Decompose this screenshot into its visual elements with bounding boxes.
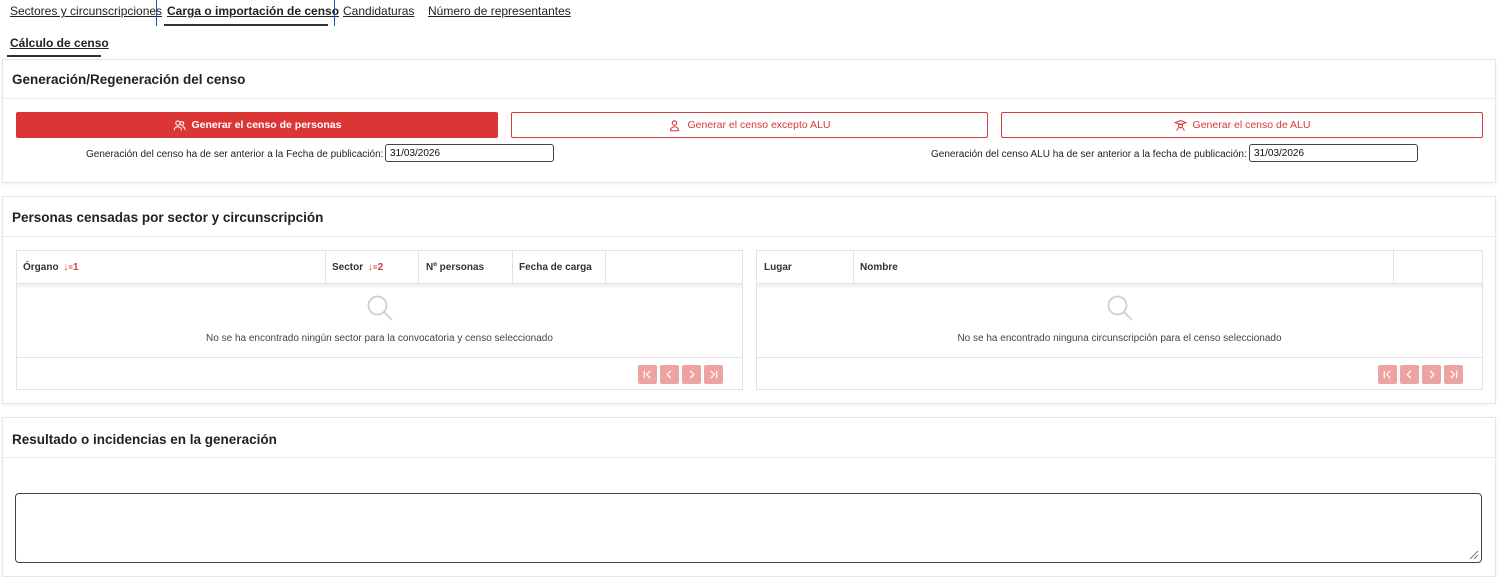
column-header-fecha-carga[interactable]: Fecha de carga xyxy=(519,251,592,284)
next-page-button[interactable] xyxy=(1422,365,1441,384)
sectores-empty-message: No se ha encontrado ningún sector para l… xyxy=(206,333,553,344)
column-header-lugar[interactable]: Lugar xyxy=(764,251,792,284)
column-header-nombre[interactable]: Nombre xyxy=(860,251,898,284)
generation-title: Generación/Regeneración del censo xyxy=(12,72,246,87)
column-separator xyxy=(325,251,326,284)
last-page-button[interactable] xyxy=(704,365,723,384)
column-separator xyxy=(418,251,419,284)
first-page-button[interactable] xyxy=(638,365,657,384)
chevron-right-icon xyxy=(1429,370,1435,379)
generate-alu-button[interactable]: Generar el censo de ALU xyxy=(1001,112,1483,138)
search-icon xyxy=(1107,295,1133,321)
personas-card: Personas censadas por sector y circunscr… xyxy=(2,196,1496,404)
column-header-organo-label: Órgano xyxy=(23,262,59,273)
sort-order-sector: 2 xyxy=(377,262,384,273)
column-separator xyxy=(512,251,513,284)
tab-candidaturas[interactable]: Candidaturas xyxy=(343,4,414,18)
generate-alu-label: Generar el censo de ALU xyxy=(1192,119,1311,131)
graduate-icon xyxy=(1173,119,1187,131)
censo-date-label: Generación del censo ha de ser anterior … xyxy=(86,149,384,160)
chevron-right-icon xyxy=(689,370,695,379)
tab-numero-representantes[interactable]: Número de representantes xyxy=(428,4,571,18)
resultado-title: Resultado o incidencias en la generación xyxy=(12,432,277,447)
first-page-icon xyxy=(1383,370,1391,379)
tab-carga-importacion-censo[interactable]: Carga o importación de censo xyxy=(167,4,339,18)
card-divider xyxy=(3,98,1495,99)
users-icon xyxy=(173,119,186,130)
sort-desc-icon: ↓=1 xyxy=(63,262,79,273)
last-page-icon xyxy=(1450,370,1458,379)
tab-separator xyxy=(334,0,335,26)
card-divider xyxy=(3,236,1495,237)
column-header-personas[interactable]: Nº personas xyxy=(426,251,484,284)
chevron-left-icon xyxy=(1406,370,1412,379)
tab-sectores-circunscripciones[interactable]: Sectores y circunscripciones xyxy=(10,4,162,18)
generation-card: Generación/Regeneración del censo Genera… xyxy=(2,59,1496,183)
column-separator xyxy=(853,251,854,284)
table-header: Lugar Nombre xyxy=(757,251,1482,284)
generate-excepto-alu-button[interactable]: Generar el censo excepto ALU xyxy=(511,112,988,138)
table-header: Órgano ↓=1 Sector ↓=2 Nº personas Fecha … xyxy=(17,251,742,284)
tab-separator xyxy=(156,0,157,26)
subtab-underline xyxy=(7,55,101,57)
pager-divider xyxy=(17,357,742,358)
next-page-button[interactable] xyxy=(682,365,701,384)
alu-date-label: Generación del censo ALU ha de ser anter… xyxy=(931,149,1247,160)
search-icon xyxy=(367,295,393,321)
last-page-button[interactable] xyxy=(1444,365,1463,384)
chevron-left-icon xyxy=(666,370,672,379)
pager-divider xyxy=(757,357,1482,358)
column-header-sector[interactable]: Sector ↓=2 xyxy=(332,251,383,284)
generate-personas-button[interactable]: Generar el censo de personas xyxy=(16,112,498,138)
sort-desc-icon: ↓=2 xyxy=(367,262,384,273)
censo-date-input[interactable] xyxy=(385,144,554,162)
first-page-icon xyxy=(643,370,651,379)
circunscripciones-table: Lugar Nombre No se ha encontrado ninguna… xyxy=(756,250,1483,390)
user-icon xyxy=(670,119,680,131)
top-tabs: Sectores y circunscripciones Carga o imp… xyxy=(0,0,1500,26)
generate-personas-label: Generar el censo de personas xyxy=(191,119,342,131)
prev-page-button[interactable] xyxy=(1400,365,1419,384)
active-tab-underline xyxy=(164,24,328,26)
column-separator xyxy=(605,251,606,284)
personas-title: Personas censadas por sector y circunscr… xyxy=(12,210,324,225)
resultado-textarea[interactable] xyxy=(15,493,1482,563)
last-page-icon xyxy=(710,370,718,379)
generate-excepto-alu-label: Generar el censo excepto ALU xyxy=(687,119,831,131)
circunscripciones-empty-message: No se ha encontrado ninguna circunscripc… xyxy=(957,333,1282,344)
prev-page-button[interactable] xyxy=(660,365,679,384)
subtab-calculo-censo[interactable]: Cálculo de censo xyxy=(10,36,109,50)
column-header-organo[interactable]: Órgano ↓=1 xyxy=(23,251,79,284)
column-separator xyxy=(1393,251,1394,284)
resize-grip-icon[interactable] xyxy=(1467,548,1479,560)
sectores-table: Órgano ↓=1 Sector ↓=2 Nº personas Fecha … xyxy=(16,250,743,390)
alu-date-input[interactable] xyxy=(1249,144,1418,162)
column-header-sector-label: Sector xyxy=(332,262,364,273)
header-shadow xyxy=(17,284,742,288)
card-divider xyxy=(3,457,1495,458)
header-shadow xyxy=(757,284,1482,288)
first-page-button[interactable] xyxy=(1378,365,1397,384)
sort-order-organo: 1 xyxy=(73,262,79,273)
